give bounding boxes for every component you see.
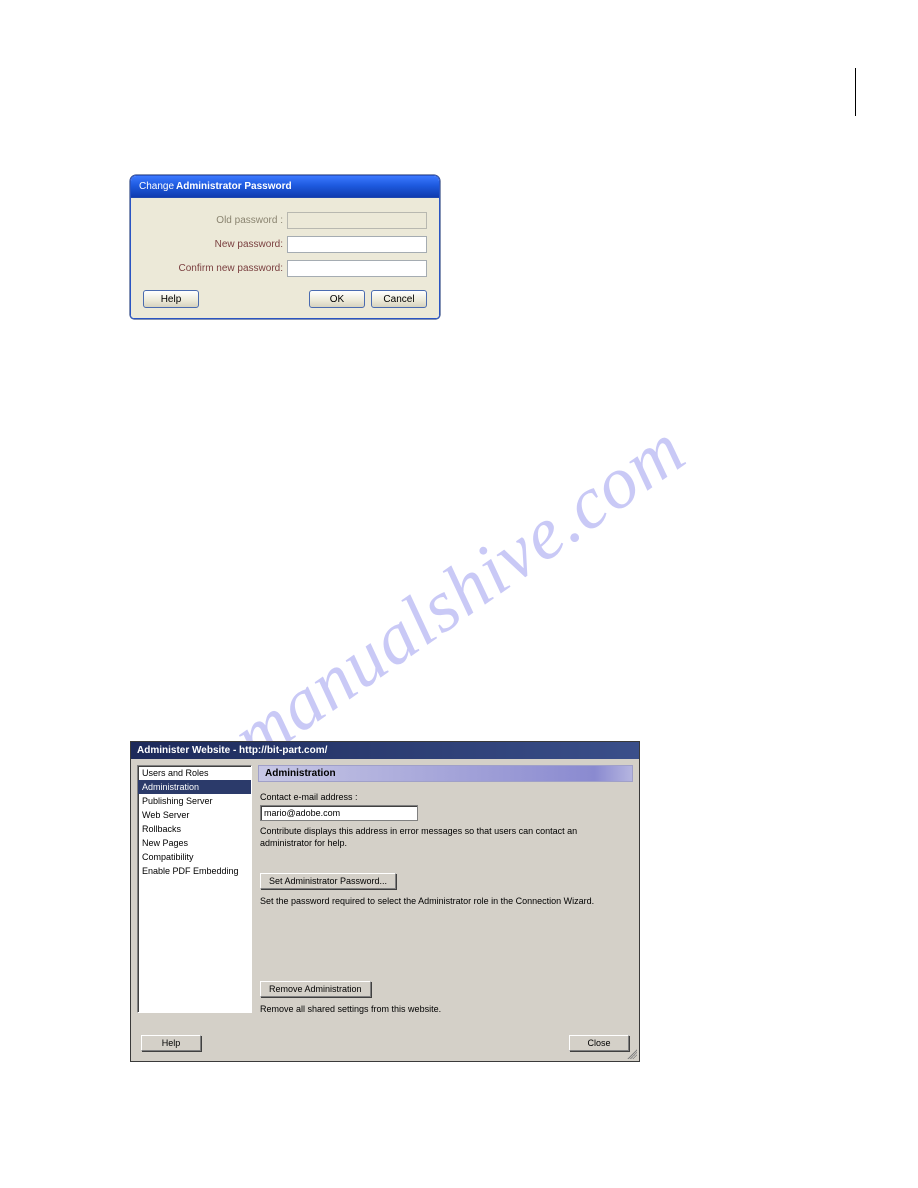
remove-administration-button[interactable]: Remove Administration [260,981,371,997]
resize-grip-icon[interactable] [625,1047,637,1059]
remove-desc: Remove all shared settings from this web… [260,1003,631,1015]
sidebar-item[interactable]: Administration [138,780,251,794]
help-button[interactable]: Help [141,1035,201,1051]
sidebar-item[interactable]: Users and Roles [138,766,251,780]
old-password-label: Old password : [143,215,287,226]
new-password-input[interactable] [287,236,427,253]
sidebar-item[interactable]: New Pages [138,836,251,850]
confirm-password-input[interactable] [287,260,427,277]
contact-email-label: Contact e-mail address : [260,792,631,802]
change-password-dialog: Change Administrator Password Old passwo… [130,175,440,319]
contact-email-input[interactable] [260,805,418,821]
sidebar-item[interactable]: Rollbacks [138,822,251,836]
administration-panel: Administration Contact e-mail address : … [258,765,633,1017]
title-prefix: Change [139,181,174,192]
ok-button[interactable]: OK [309,290,365,308]
confirm-password-label: Confirm new password: [143,263,287,274]
sidebar-item[interactable]: Compatibility [138,850,251,864]
set-admin-password-button[interactable]: Set Administrator Password... [260,873,396,889]
old-password-input [287,212,427,229]
title-main: Administrator Password [176,181,292,192]
cancel-button[interactable]: Cancel [371,290,427,308]
set-password-desc: Set the password required to select the … [260,895,631,907]
close-button[interactable]: Close [569,1035,629,1051]
help-button[interactable]: Help [143,290,199,308]
dialog-titlebar: Change Administrator Password [131,176,439,198]
contact-email-desc: Contribute displays this address in erro… [260,825,631,849]
new-password-label: New password: [143,239,287,250]
sidebar-item[interactable]: Publishing Server [138,794,251,808]
sidebar-item[interactable]: Enable PDF Embedding [138,864,251,878]
watermark-text: manualshive.com [217,407,701,781]
administer-website-dialog: Administer Website - http://bit-part.com… [130,741,640,1062]
text-cursor [855,68,856,116]
dialog-titlebar: Administer Website - http://bit-part.com… [131,742,639,759]
sidebar-item[interactable]: Web Server [138,808,251,822]
section-header: Administration [258,765,633,782]
category-list[interactable]: Users and RolesAdministrationPublishing … [137,765,252,1013]
